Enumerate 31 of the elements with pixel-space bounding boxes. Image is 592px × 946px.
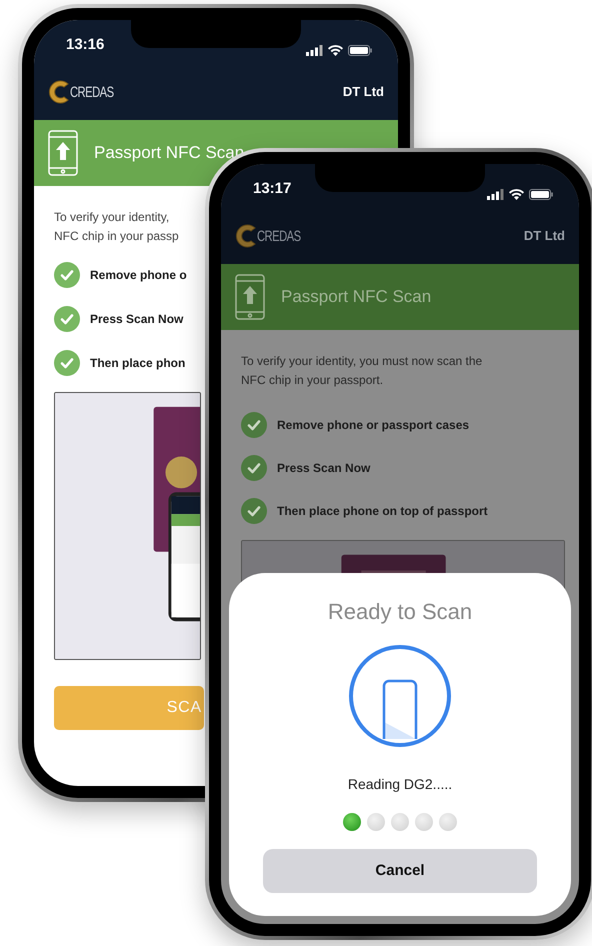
sheet-title: Ready to Scan <box>328 598 472 626</box>
signal-icon <box>306 45 323 56</box>
logo-icon <box>235 223 257 249</box>
intro-text: NFC chip in your passp <box>54 228 179 245</box>
banner-title: Passport NFC Scan <box>281 286 432 308</box>
reading-status: Reading DG2..... <box>348 775 452 794</box>
step-text: Press Scan Now <box>277 460 370 477</box>
phone-scan-icon <box>348 644 452 748</box>
intro-text: NFC chip in your passport. <box>241 372 384 389</box>
account-name: DT Ltd <box>342 83 384 102</box>
step-text: Then place phon <box>90 355 186 372</box>
wifi-icon <box>509 189 524 200</box>
signal-icon <box>487 189 504 200</box>
account-name: DT Ltd <box>524 227 565 246</box>
intro-text: To verify your identity, <box>54 209 170 226</box>
wifi-icon <box>328 45 343 56</box>
step-text: Remove phone or passport cases <box>277 417 470 434</box>
status-time: 13:17 <box>253 178 292 198</box>
battery-icon <box>348 45 372 56</box>
step-text: Remove phone o <box>90 267 187 284</box>
phone-upload-icon <box>48 130 78 176</box>
logo-icon <box>48 79 70 105</box>
battery-icon <box>529 189 553 200</box>
intro-text: To verify your identity, you must now scan the <box>241 353 482 370</box>
phone-upload-icon <box>235 274 265 320</box>
step-text: Then place phone on top of passport <box>277 503 488 520</box>
cancel-button[interactable]: Cancel <box>263 849 537 893</box>
brand-name: CREDAS <box>70 84 114 100</box>
step-text: Press Scan Now <box>90 311 184 328</box>
status-time: 13:16 <box>66 34 104 54</box>
brand-name: CREDAS <box>257 228 300 244</box>
